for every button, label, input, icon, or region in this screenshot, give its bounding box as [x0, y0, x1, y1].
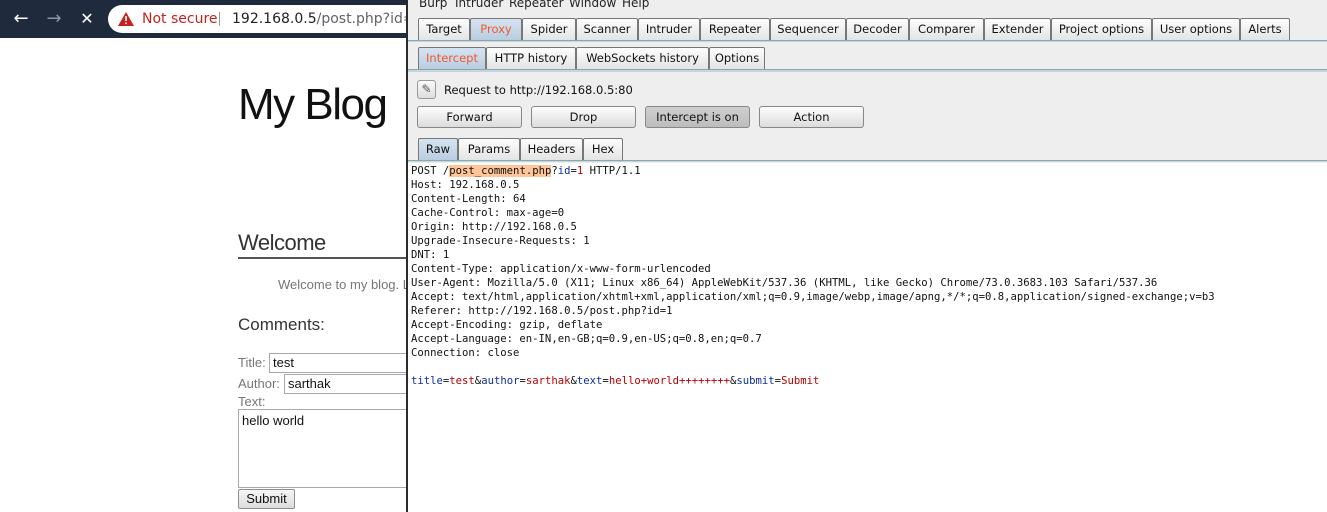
tab-alerts[interactable]: Alerts [1240, 18, 1290, 40]
header-line: User-Agent: Mozilla/5.0 (X11; Linux x86_… [411, 277, 1158, 289]
title-label: Title: [238, 355, 266, 370]
body-param-value: sarthak [525, 375, 571, 387]
tab-headers[interactable]: Headers [520, 138, 583, 160]
header-line: Host: 192.168.0.5 [411, 179, 520, 191]
tab-repeater[interactable]: Repeater [700, 18, 770, 40]
request-path-file: post_comment.php [449, 165, 552, 177]
action-button[interactable]: Action [759, 106, 864, 128]
menu-help[interactable]: Help [622, 0, 649, 10]
body-param-value: Submit [781, 375, 820, 387]
header-line: Accept-Language: en-IN,en-GB;q=0.9,en-US… [411, 333, 762, 345]
request-body: title=test&author=sarthak&text=hello+wor… [411, 375, 820, 387]
heading-underline [238, 257, 413, 259]
tab-divider [408, 40, 1327, 42]
header-line: Accept-Encoding: gzip, deflate [411, 319, 603, 331]
menu-intruder[interactable]: Intruder [455, 0, 503, 10]
raw-request-editor[interactable]: POST /post_comment.php?id=1 HTTP/1.1 Hos… [408, 163, 1327, 512]
text-textarea[interactable]: hello world [238, 409, 428, 488]
body-param-key: title [411, 375, 443, 387]
tab-params[interactable]: Params [458, 138, 520, 160]
query-key: id [557, 165, 571, 177]
url-text[interactable]: 192.168.0.5/post.php?id=1 [232, 5, 424, 33]
tab-divider [408, 69, 1327, 72]
not-secure-label[interactable]: Not secure [142, 5, 218, 33]
tab-scanner[interactable]: Scanner [576, 18, 638, 40]
tab-user-options[interactable]: User options [1152, 18, 1240, 40]
tab-decoder[interactable]: Decoder [846, 18, 909, 40]
tab-extender[interactable]: Extender [984, 18, 1051, 40]
intercept-toggle-button[interactable]: Intercept is on [645, 106, 750, 128]
omnibox-divider [219, 12, 220, 26]
text-label: Text: [238, 394, 266, 409]
header-line: Content-Type: application/x-www-form-url… [411, 263, 711, 275]
header-line: Accept: text/html,application/xhtml+xml,… [411, 291, 1215, 303]
burp-window: Burp Intruder Repeater Window Help Targe… [406, 0, 1327, 512]
welcome-text: Welcome to my blog. L [278, 277, 410, 292]
header-line: Content-Length: 64 [411, 193, 526, 205]
tab-intruder[interactable]: Intruder [638, 18, 700, 40]
tab-target[interactable]: Target [418, 18, 470, 40]
back-button[interactable]: ← [9, 7, 33, 31]
stop-button[interactable]: ✕ [75, 7, 99, 31]
tab-http-history[interactable]: HTTP history [486, 47, 576, 69]
tab-project-options[interactable]: Project options [1051, 18, 1152, 40]
request-path-prefix: / [436, 165, 450, 177]
header-line: Upgrade-Insecure-Requests: 1 [411, 235, 590, 247]
tab-websockets-history[interactable]: WebSockets history [576, 47, 709, 69]
tab-options[interactable]: Options [709, 47, 765, 69]
body-param-key: text [576, 375, 603, 387]
comments-heading: Comments: [238, 315, 325, 334]
menu-window[interactable]: Window [569, 0, 616, 10]
tab-proxy[interactable]: Proxy [470, 18, 522, 40]
body-param-key: author [481, 375, 520, 387]
menu-burp[interactable]: Burp [419, 0, 447, 10]
tab-intercept[interactable]: Intercept [418, 47, 486, 69]
header-line: Origin: http://192.168.0.5 [411, 221, 577, 233]
forward-button[interactable]: → [42, 7, 66, 31]
warning-icon [118, 12, 134, 26]
header-line: Connection: close [411, 347, 520, 359]
welcome-heading: Welcome [238, 230, 326, 255]
request-method: POST [411, 165, 437, 177]
edit-icon[interactable]: ✎ [417, 80, 436, 99]
address-bar[interactable]: Not secure 192.168.0.5/post.php?id=1 [108, 5, 428, 33]
tab-divider [408, 160, 1327, 162]
drop-button[interactable]: Drop [531, 106, 636, 128]
body-param-value: hello+world++++++++ [608, 375, 730, 387]
request-protocol: HTTP/1.1 [583, 165, 641, 177]
tab-sequencer[interactable]: Sequencer [770, 18, 846, 40]
body-param-key: submit [736, 375, 775, 387]
tab-raw[interactable]: Raw [418, 138, 458, 160]
title-input[interactable]: test [269, 353, 429, 373]
request-line: POST /post_comment.php?id=1 HTTP/1.1 [411, 164, 1327, 178]
author-label: Author: [238, 376, 280, 391]
body-param-value: test [449, 375, 475, 387]
submit-button[interactable]: Submit [238, 489, 295, 509]
tab-spider[interactable]: Spider [522, 18, 576, 40]
menu-repeater[interactable]: Repeater [509, 0, 564, 10]
forward-button[interactable]: Forward [417, 106, 522, 128]
url-host: 192.168.0.5 [232, 11, 317, 27]
header-line: Cache-Control: max-age=0 [411, 207, 565, 219]
tab-comparer[interactable]: Comparer [909, 18, 984, 40]
header-line: Referer: http://192.168.0.5/post.php?id=… [411, 305, 673, 317]
request-target: Request to http://192.168.0.5:80 [444, 83, 633, 97]
browser-toolbar: ← → ✕ Not secure 192.168.0.5/post.php?id… [0, 0, 428, 38]
header-line: DNT: 1 [411, 249, 450, 261]
tab-hex[interactable]: Hex [583, 138, 623, 160]
blog-title: My Blog [238, 80, 388, 129]
